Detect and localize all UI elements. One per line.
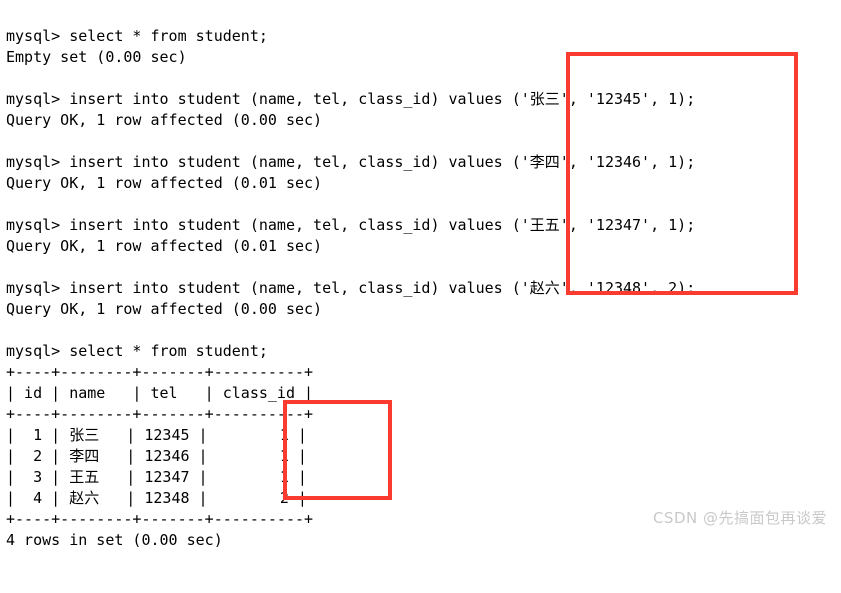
- table-row: | 1 | 张三 | 12345 | 1 |: [6, 426, 307, 444]
- terminal-line: mysql> insert into student (name, tel, c…: [6, 216, 696, 234]
- table-row: | 4 | 赵六 | 12348 | 2 |: [6, 489, 307, 507]
- terminal-line: mysql> select * from student;: [6, 342, 268, 360]
- terminal-line: Query OK, 1 row affected (0.00 sec): [6, 111, 323, 129]
- terminal-line: mysql> insert into student (name, tel, c…: [6, 153, 696, 171]
- terminal-line: mysql> select * from student;: [6, 27, 268, 45]
- terminal-window: mysql> select * from student; Empty set (…: [0, 0, 841, 549]
- table-row: | 2 | 李四 | 12346 | 1 |: [6, 447, 307, 465]
- terminal-output: mysql> select * from student; Empty set (…: [6, 5, 695, 593]
- terminal-line: mysql> insert into student (name, tel, c…: [6, 279, 696, 297]
- terminal-line: Query OK, 1 row affected (0.01 sec): [6, 237, 323, 255]
- table-rule: +----+--------+-------+----------+: [6, 363, 314, 381]
- terminal-line: Query OK, 1 row affected (0.00 sec): [6, 300, 323, 318]
- terminal-line: Empty set (0.00 sec): [6, 48, 187, 66]
- watermark-text: CSDN @先搞面包再谈爱: [652, 509, 827, 527]
- terminal-line: mysql> insert into student (name, tel, c…: [6, 90, 696, 108]
- terminal-line: Query OK, 1 row affected (0.01 sec): [6, 174, 323, 192]
- table-row: | 3 | 王五 | 12347 | 1 |: [6, 468, 307, 486]
- table-rule: +----+--------+-------+----------+: [6, 510, 314, 528]
- table-header-row: | id | name | tel | class_id |: [6, 384, 314, 402]
- rows-in-set-status: 4 rows in set (0.00 sec): [6, 531, 223, 549]
- table-rule: +----+--------+-------+----------+: [6, 405, 314, 423]
